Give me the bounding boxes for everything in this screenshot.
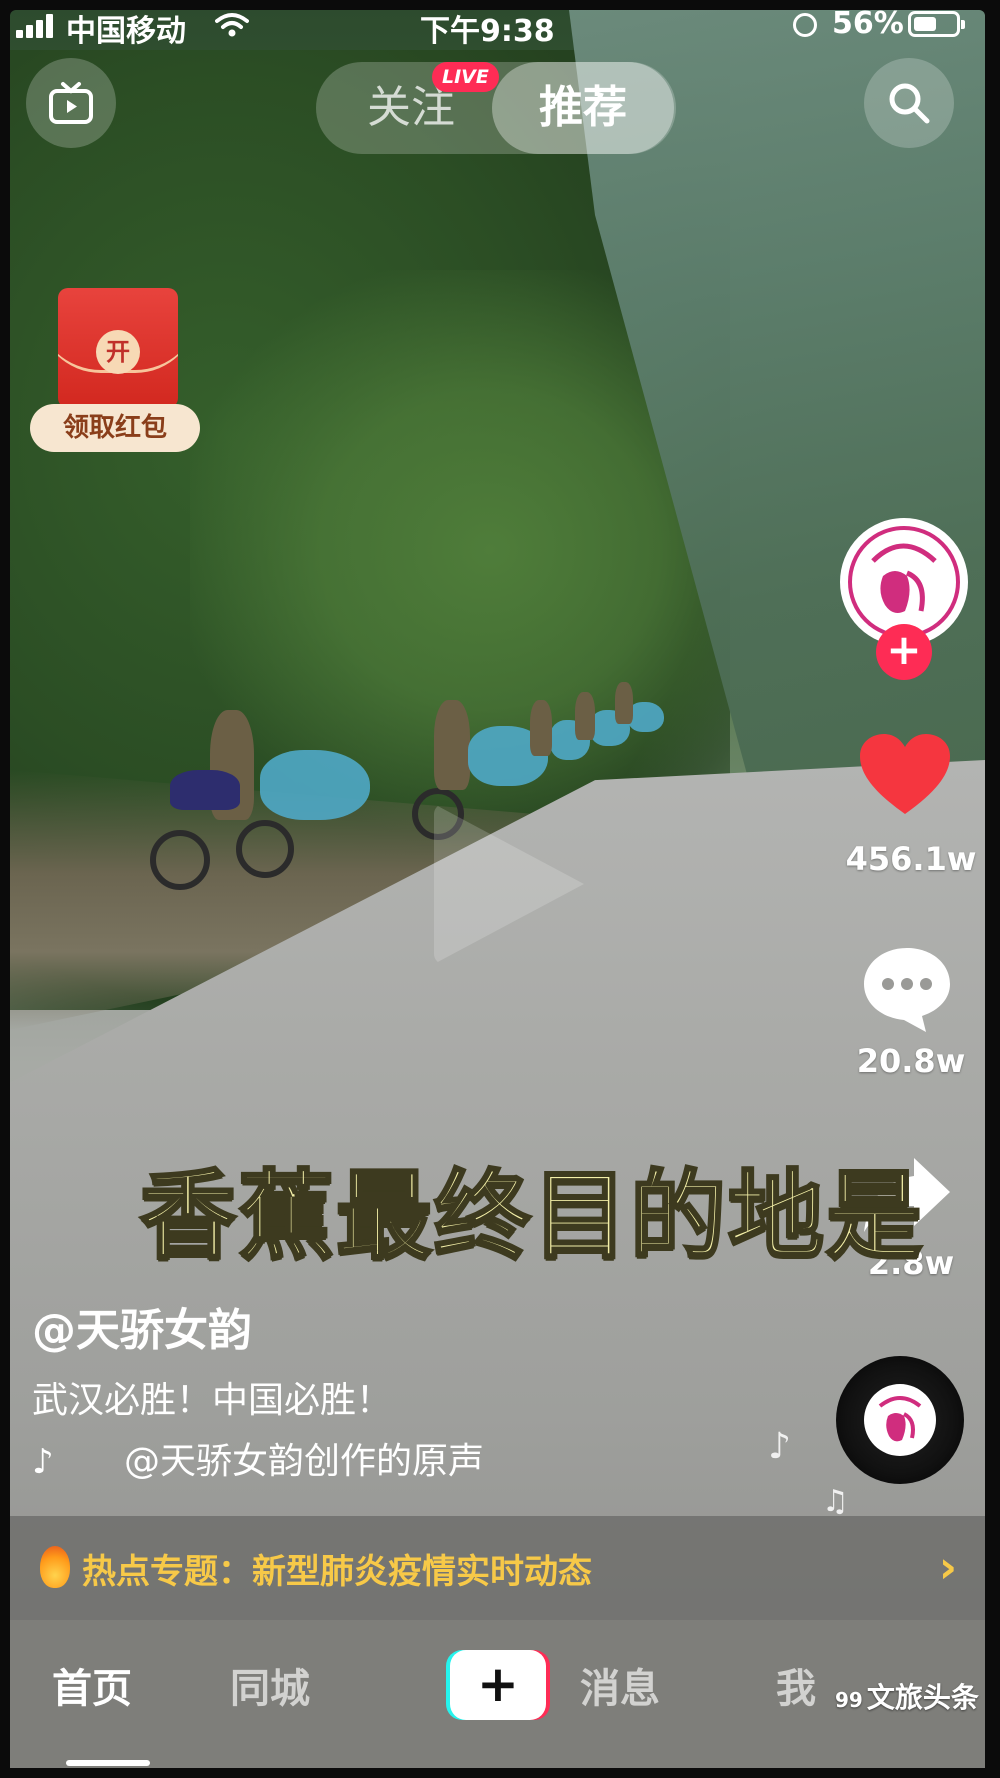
nav-home[interactable]: 首页 xyxy=(52,1656,132,1714)
like-icon[interactable] xyxy=(858,732,952,818)
red-packet-icon[interactable]: 开 xyxy=(58,288,178,408)
battery-level xyxy=(914,17,936,31)
video-description: 武汉必胜！中国必胜！ xyxy=(32,1380,393,1421)
nav-active-indicator xyxy=(66,1760,150,1766)
nav-messages[interactable]: 消息 xyxy=(580,1656,660,1714)
live-badge: LIVE xyxy=(432,62,499,92)
music-disc-avatar xyxy=(864,1384,936,1456)
search-icon xyxy=(889,83,930,124)
carrier-label: 中国移动 xyxy=(66,14,186,49)
watermark: 99 文旅头条 xyxy=(835,1676,979,1716)
tv-icon xyxy=(49,82,93,124)
floating-note-icon: ♫ xyxy=(822,1484,849,1519)
status-bar: 中国移动 下午9:38 56% xyxy=(0,0,1000,56)
hot-topic-label: 热点专题：新型肺炎疫情实时动态 xyxy=(82,1552,592,1592)
battery-percent: 56% xyxy=(832,6,904,41)
author-name[interactable]: @天骄女韵 xyxy=(32,1294,252,1358)
like-count: 456.1w xyxy=(845,840,977,878)
nav-local[interactable]: 同城 xyxy=(230,1656,310,1714)
author-logo-icon xyxy=(878,1396,922,1442)
hot-topic-bar[interactable]: 热点专题：新型肺炎疫情实时动态 › xyxy=(10,1516,985,1620)
comment-count: 20.8w xyxy=(856,1042,966,1080)
nav-me[interactable]: 我 xyxy=(776,1656,816,1714)
red-packet-button[interactable]: 领取红包 xyxy=(30,404,200,452)
watermark-prefix: 99 xyxy=(835,1688,863,1712)
music-title: @天骄女韵创作的原声 xyxy=(124,1441,485,1482)
tab-recommend[interactable]: 推荐 xyxy=(492,62,674,154)
battery-icon xyxy=(908,11,965,37)
comment-icon[interactable] xyxy=(860,944,954,1036)
floating-note-icon: ♪ xyxy=(768,1426,791,1467)
signal-icon xyxy=(16,14,56,38)
create-button[interactable]: + xyxy=(446,1650,550,1720)
watermark-text: 文旅头条 xyxy=(866,1681,979,1714)
video-caption: 香蕉最终目的地是 xyxy=(139,1159,924,1274)
follow-button[interactable]: + xyxy=(876,624,932,680)
clock-time: 下午9:38 xyxy=(420,14,555,49)
music-disc[interactable] xyxy=(836,1356,964,1484)
red-packet-coin: 开 xyxy=(96,330,140,374)
search-button[interactable] xyxy=(864,58,954,148)
wifi-icon xyxy=(215,13,249,37)
music-info[interactable]: ♪ @天骄女韵创作的原声 xyxy=(32,1440,484,1484)
fire-icon xyxy=(40,1546,70,1588)
plus-icon: + xyxy=(450,1650,546,1720)
rotation-lock-icon xyxy=(793,13,817,37)
tv-button[interactable] xyxy=(26,58,116,148)
chevron-right-icon: › xyxy=(938,1542,957,1593)
tiktok-note-icon: ♪ xyxy=(32,1442,54,1482)
